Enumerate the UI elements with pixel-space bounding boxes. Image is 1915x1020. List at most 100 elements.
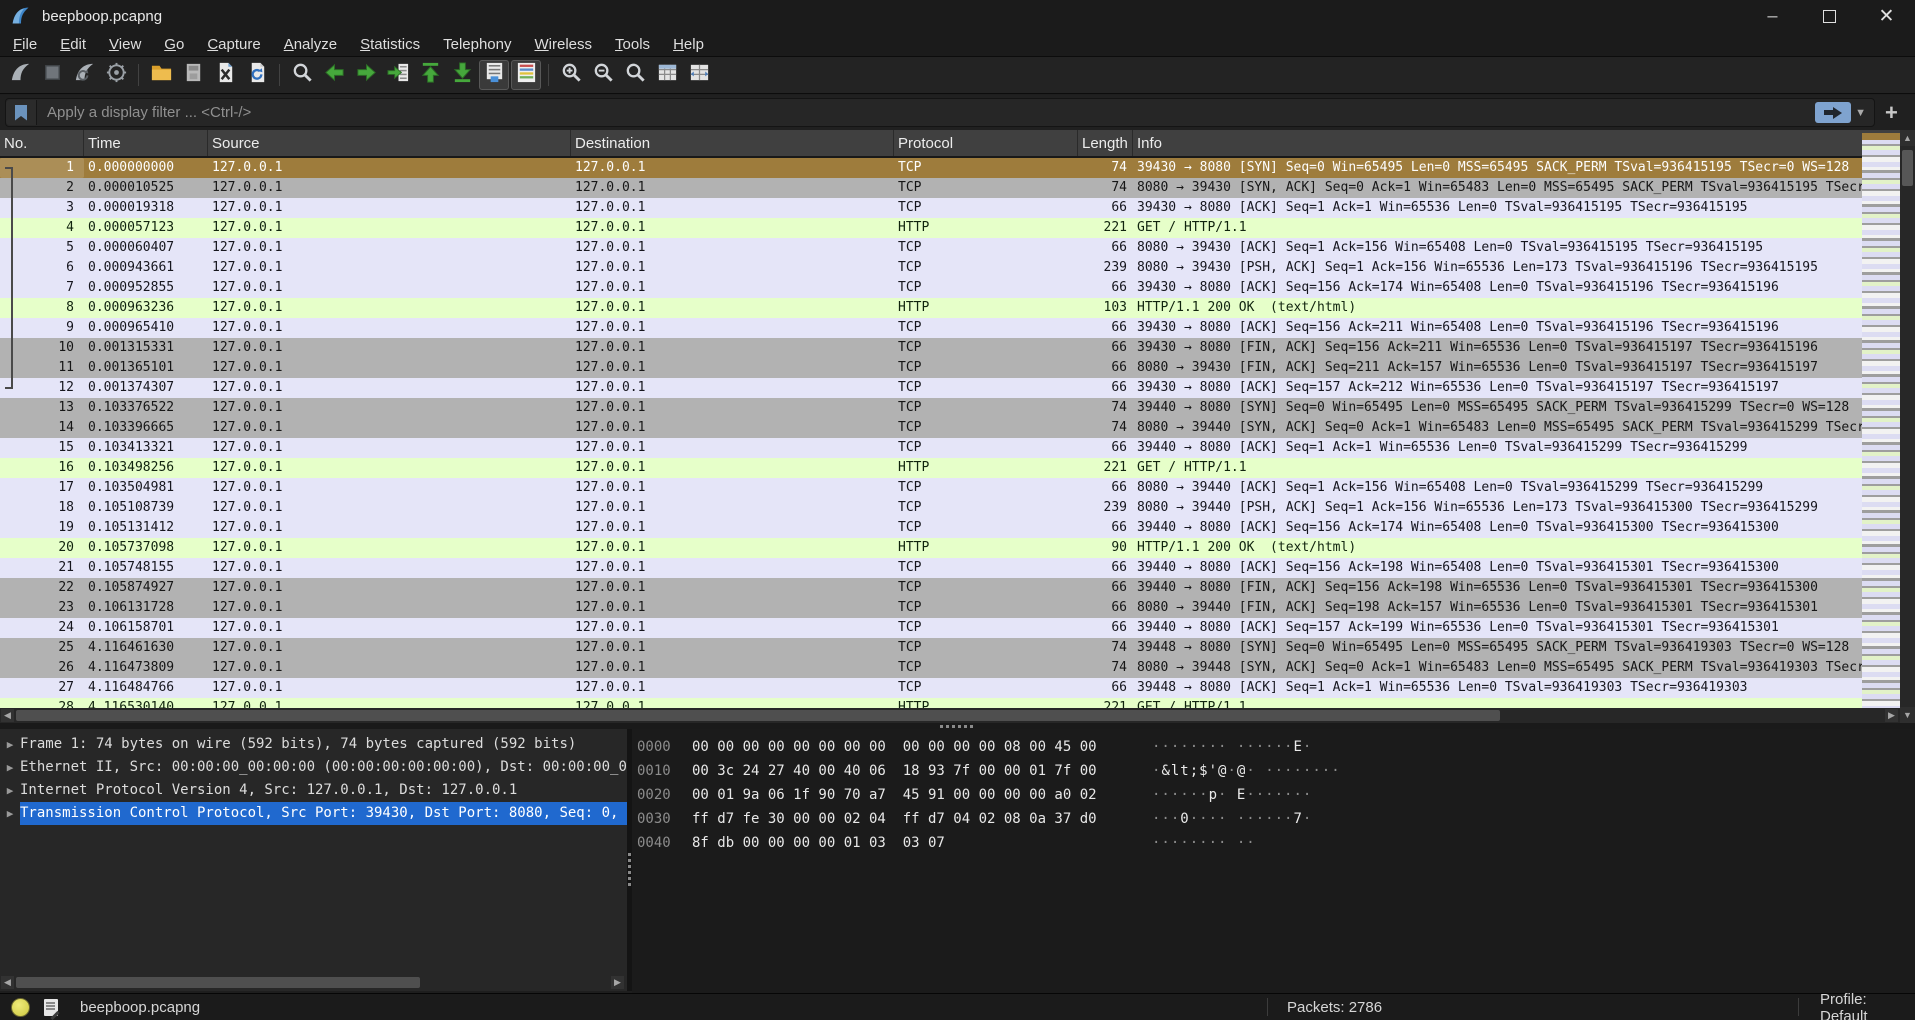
scroll-right-icon[interactable]: ▶: [1885, 709, 1898, 722]
packet-row-25[interactable]: 254.116461630127.0.0.1127.0.0.1TCP743944…: [0, 638, 1915, 658]
packet-row-5[interactable]: 50.000060407127.0.0.1127.0.0.1TCP668080 …: [0, 238, 1915, 258]
expand-arrow-icon[interactable]: ▶: [0, 779, 20, 802]
packet-row-20[interactable]: 200.105737098127.0.0.1127.0.0.1HTTP90HTT…: [0, 538, 1915, 558]
detail-line-3[interactable]: ▶Transmission Control Protocol, Src Port…: [0, 802, 627, 825]
zoom-out-button[interactable]: [588, 60, 618, 90]
filter-bookmark-button[interactable]: [6, 100, 37, 125]
save-file-button[interactable]: [178, 60, 208, 90]
status-profile[interactable]: Profile: Default: [1820, 991, 1915, 1020]
column-header-source[interactable]: Source: [208, 130, 571, 156]
detail-line-2[interactable]: ▶Internet Protocol Version 4, Src: 127.0…: [0, 779, 627, 802]
hex-row-0030[interactable]: 0030ff d7 fe 30 00 00 02 04 ff d7 04 02 …: [632, 807, 1915, 831]
packet-row-16[interactable]: 160.103498256127.0.0.1127.0.0.1HTTP221GE…: [0, 458, 1915, 478]
packet-row-6[interactable]: 60.000943661127.0.0.1127.0.0.1TCP2398080…: [0, 258, 1915, 278]
menu-tools[interactable]: Tools: [605, 34, 660, 55]
add-filter-button[interactable]: +: [1885, 102, 1898, 124]
packet-row-23[interactable]: 230.106131728127.0.0.1127.0.0.1TCP668080…: [0, 598, 1915, 618]
scroll-up-icon[interactable]: ▲: [1900, 130, 1915, 146]
menu-edit[interactable]: Edit: [50, 34, 96, 55]
hex-row-0020[interactable]: 002000 01 9a 06 1f 90 70 a7 45 91 00 00 …: [632, 783, 1915, 807]
detail-line-0[interactable]: ▶Frame 1: 74 bytes on wire (592 bits), 7…: [0, 733, 627, 756]
packet-row-11[interactable]: 110.001365101127.0.0.1127.0.0.1TCP668080…: [0, 358, 1915, 378]
zoom-in-button[interactable]: [556, 60, 586, 90]
packet-row-21[interactable]: 210.105748155127.0.0.1127.0.0.1TCP663944…: [0, 558, 1915, 578]
intelligent-scrollbar-minimap[interactable]: [1862, 133, 1900, 708]
hex-row-0010[interactable]: 001000 3c 24 27 40 00 40 06 18 93 7f 00 …: [632, 759, 1915, 783]
find-packet-button[interactable]: [287, 60, 317, 90]
go-to-packet-button[interactable]: [383, 60, 413, 90]
packet-row-27[interactable]: 274.116484766127.0.0.1127.0.0.1TCP663944…: [0, 678, 1915, 698]
expand-arrow-icon[interactable]: ▶: [0, 756, 20, 779]
packet-row-18[interactable]: 180.105108739127.0.0.1127.0.0.1TCP239808…: [0, 498, 1915, 518]
hex-row-0000[interactable]: 000000 00 00 00 00 00 00 00 00 00 00 00 …: [632, 735, 1915, 759]
packet-row-15[interactable]: 150.103413321127.0.0.1127.0.0.1TCP663944…: [0, 438, 1915, 458]
menu-telephony[interactable]: Telephony: [433, 34, 521, 55]
reload-file-button[interactable]: [242, 60, 272, 90]
column-header-info[interactable]: Info: [1133, 130, 1915, 156]
menu-file[interactable]: File: [3, 34, 47, 55]
packet-row-14[interactable]: 140.103396665127.0.0.1127.0.0.1TCP748080…: [0, 418, 1915, 438]
open-file-button[interactable]: [146, 60, 176, 90]
start-capture-button[interactable]: [5, 60, 35, 90]
restart-capture-button[interactable]: [69, 60, 99, 90]
expand-arrow-icon[interactable]: ▶: [0, 802, 20, 825]
menu-analyze[interactable]: Analyze: [274, 34, 347, 55]
menu-wireless[interactable]: Wireless: [525, 34, 603, 55]
column-header-length[interactable]: Length: [1078, 130, 1133, 156]
detail-line-1[interactable]: ▶Ethernet II, Src: 00:00:00_00:00:00 (00…: [0, 756, 627, 779]
packet-list-horizontal-scrollbar[interactable]: ◀ ▶: [0, 708, 1900, 723]
menu-capture[interactable]: Capture: [197, 34, 270, 55]
first-packet-button[interactable]: [415, 60, 445, 90]
scroll-left-icon[interactable]: ◀: [1, 709, 14, 722]
packet-row-9[interactable]: 90.000965410127.0.0.1127.0.0.1TCP6639430…: [0, 318, 1915, 338]
packet-list-vertical-scrollbar[interactable]: ▲ ▼: [1900, 130, 1915, 723]
filter-dropdown-caret[interactable]: ▼: [1855, 107, 1866, 119]
column-header-no[interactable]: No.: [0, 130, 84, 156]
vertical-scrollbar-thumb[interactable]: [1902, 150, 1913, 186]
menu-view[interactable]: View: [99, 34, 151, 55]
details-scrollbar-thumb[interactable]: [16, 977, 420, 988]
packet-row-3[interactable]: 30.000019318127.0.0.1127.0.0.1TCP6639430…: [0, 198, 1915, 218]
packet-row-4[interactable]: 40.000057123127.0.0.1127.0.0.1HTTP221GET…: [0, 218, 1915, 238]
packet-row-7[interactable]: 70.000952855127.0.0.1127.0.0.1TCP6639430…: [0, 278, 1915, 298]
resize-columns-button[interactable]: [652, 60, 682, 90]
details-scroll-left-icon[interactable]: ◀: [1, 976, 14, 989]
stop-capture-button[interactable]: [37, 60, 67, 90]
column-header-time[interactable]: Time: [84, 130, 208, 156]
packet-row-13[interactable]: 130.103376522127.0.0.1127.0.0.1TCP743944…: [0, 398, 1915, 418]
zoom-normal-button[interactable]: [620, 60, 650, 90]
auto-scroll-button[interactable]: [479, 60, 509, 90]
hex-row-0040[interactable]: 00408f db 00 00 00 00 01 03 03 07·······…: [632, 831, 1915, 855]
packet-row-26[interactable]: 264.116473809127.0.0.1127.0.0.1TCP748080…: [0, 658, 1915, 678]
display-filter-input[interactable]: [37, 103, 1815, 122]
packet-row-24[interactable]: 240.106158701127.0.0.1127.0.0.1TCP663944…: [0, 618, 1915, 638]
menu-statistics[interactable]: Statistics: [350, 34, 430, 55]
close-button[interactable]: ✕: [1858, 0, 1915, 32]
details-horizontal-scrollbar[interactable]: ◀ ▶: [0, 975, 627, 991]
expand-arrow-icon[interactable]: ▶: [0, 733, 20, 756]
next-packet-button[interactable]: [351, 60, 381, 90]
packet-row-10[interactable]: 100.001315331127.0.0.1127.0.0.1TCP663943…: [0, 338, 1915, 358]
menu-go[interactable]: Go: [154, 34, 194, 55]
packet-row-22[interactable]: 220.105874927127.0.0.1127.0.0.1TCP663944…: [0, 578, 1915, 598]
menu-help[interactable]: Help: [663, 34, 714, 55]
reset-layout-button[interactable]: [684, 60, 714, 90]
close-file-button[interactable]: [210, 60, 240, 90]
apply-filter-button[interactable]: [1815, 102, 1851, 123]
capture-options-button[interactable]: [101, 60, 131, 90]
last-packet-button[interactable]: [447, 60, 477, 90]
packet-row-1[interactable]: 10.000000000127.0.0.1127.0.0.1TCP7439430…: [0, 158, 1915, 178]
horizontal-scrollbar-thumb[interactable]: [16, 710, 1500, 721]
packet-row-28[interactable]: 284.116530140127.0.0.1127.0.0.1HTTP221GE…: [0, 698, 1915, 708]
column-header-protocol[interactable]: Protocol: [894, 130, 1078, 156]
details-scroll-right-icon[interactable]: ▶: [611, 976, 624, 989]
expert-info-icon[interactable]: [11, 998, 30, 1017]
packet-row-12[interactable]: 120.001374307127.0.0.1127.0.0.1TCP663943…: [0, 378, 1915, 398]
previous-packet-button[interactable]: [319, 60, 349, 90]
column-header-destination[interactable]: Destination: [571, 130, 894, 156]
colorize-button[interactable]: [511, 60, 541, 90]
scroll-down-icon[interactable]: ▼: [1900, 707, 1915, 723]
capture-comment-icon[interactable]: [44, 999, 58, 1016]
packet-row-2[interactable]: 20.000010525127.0.0.1127.0.0.1TCP748080 …: [0, 178, 1915, 198]
packet-row-8[interactable]: 80.000963236127.0.0.1127.0.0.1HTTP103HTT…: [0, 298, 1915, 318]
